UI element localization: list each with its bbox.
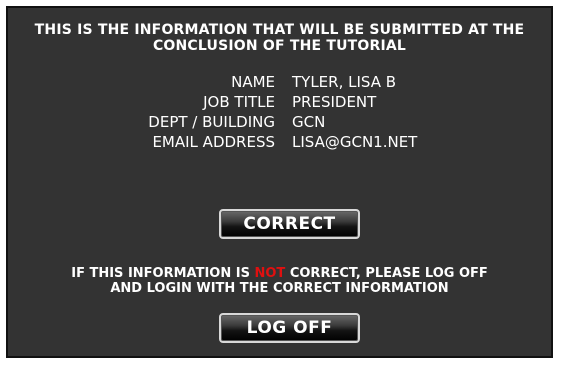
job-title-value: PRESIDENT	[292, 93, 377, 111]
notice-line-2: AND LOGIN WITH THE CORRECT INFORMATION	[110, 281, 449, 296]
header-line-2: CONCLUSION OF THE TUTORIAL	[152, 38, 407, 54]
notice-message: IF THIS INFORMATION IS NOT CORRECT, PLEA…	[8, 266, 551, 296]
info-row-job-title: JOB TITLE PRESIDENT	[8, 92, 551, 112]
dept-building-label: DEPT / BUILDING	[148, 113, 275, 131]
info-row-email: EMAIL ADDRESS LISA@GCN1.NET	[8, 132, 551, 152]
notice-pre: IF THIS INFORMATION IS	[71, 266, 250, 281]
confirmation-panel: THIS IS THE INFORMATION THAT WILL BE SUB…	[6, 6, 553, 358]
notice-highlight: NOT	[254, 266, 286, 281]
header-message: THIS IS THE INFORMATION THAT WILL BE SUB…	[8, 22, 551, 54]
name-label: NAME	[231, 73, 275, 91]
header-line-1: THIS IS THE INFORMATION THAT WILL BE SUB…	[34, 22, 525, 38]
info-row-name: NAME TYLER, LISA B	[8, 72, 551, 92]
log-off-button[interactable]: LOG OFF	[219, 313, 360, 343]
email-value: LISA@GCN1.NET	[292, 133, 418, 151]
email-label: EMAIL ADDRESS	[152, 133, 275, 151]
info-list: NAME TYLER, LISA B JOB TITLE PRESIDENT D…	[8, 72, 551, 152]
notice-line-1: IF THIS INFORMATION IS NOT CORRECT, PLEA…	[8, 266, 551, 281]
job-title-label: JOB TITLE	[203, 93, 275, 111]
info-row-dept-building: DEPT / BUILDING GCN	[8, 112, 551, 132]
name-value: TYLER, LISA B	[292, 73, 397, 91]
notice-post: CORRECT, PLEASE LOG OFF	[289, 266, 488, 281]
correct-button[interactable]: CORRECT	[219, 209, 360, 239]
dept-building-value: GCN	[292, 113, 326, 131]
